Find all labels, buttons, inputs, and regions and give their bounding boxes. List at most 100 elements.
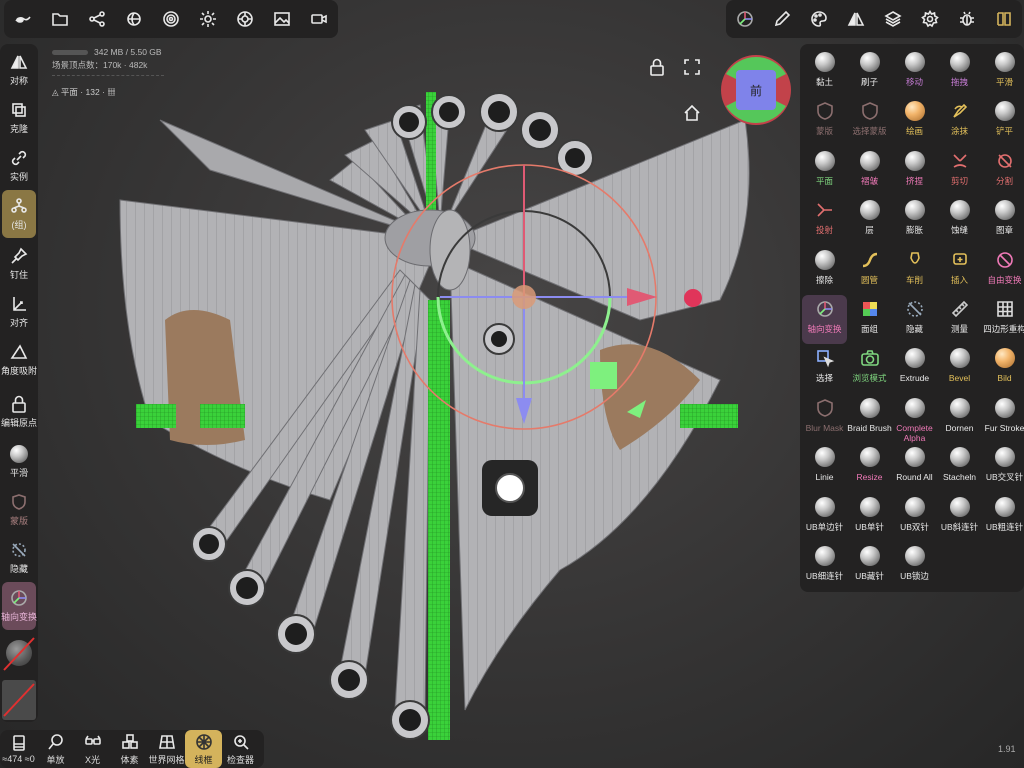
pen-button[interactable] — [763, 0, 800, 38]
brush-34-button[interactable]: Bild — [982, 344, 1024, 393]
angle-snap-tool[interactable]: 角度吸附 — [0, 336, 38, 384]
instance-tool[interactable]: 实例 — [0, 142, 38, 190]
brush-47-button[interactable]: UB双针 — [892, 493, 937, 542]
brush-37-button[interactable]: Complete Alpha — [892, 394, 937, 443]
brush-16-button[interactable]: 层 — [847, 196, 892, 245]
home-icon[interactable] — [683, 104, 701, 122]
video-button[interactable] — [300, 0, 337, 38]
brush-48-button[interactable]: UB斜连针 — [937, 493, 982, 542]
brush-stroke-button[interactable] — [4, 0, 41, 38]
voxel-button[interactable]: 体素 — [111, 730, 148, 768]
camera-settings-button[interactable] — [226, 0, 263, 38]
brush-46-button[interactable]: UB单针 — [847, 493, 892, 542]
voxel-icon — [121, 733, 138, 749]
symmetry-button[interactable] — [837, 0, 874, 38]
align-tool[interactable]: 对齐 — [0, 288, 38, 336]
brush-19-button[interactable]: 图章 — [982, 196, 1024, 245]
stack-button[interactable]: ≈474 ≈0 — [0, 730, 37, 768]
gizmo-tool[interactable]: 轴向变换 — [1, 582, 37, 630]
brush-10-button[interactable]: 平面 — [802, 147, 847, 196]
debug-button[interactable] — [948, 0, 985, 38]
brush-43-button[interactable]: Stacheln — [937, 443, 982, 492]
hide-tool[interactable]: 隐藏 — [0, 534, 38, 582]
menu-button[interactable] — [985, 0, 1022, 38]
brush-14-button[interactable]: 分割 — [982, 147, 1024, 196]
brush-42-button[interactable]: Round All — [892, 443, 937, 492]
edit-origin-tool[interactable]: 编辑原点 — [0, 388, 38, 436]
lock-view-icon[interactable] — [648, 58, 666, 76]
brush-8-button[interactable]: 涂抹 — [937, 97, 982, 146]
zoom-button[interactable]: 单放 — [37, 730, 74, 768]
brush-2-button[interactable]: 移动 — [892, 48, 937, 97]
clone-tool[interactable]: 克隆 — [0, 94, 38, 142]
brush-38-button[interactable]: Dornen — [937, 394, 982, 443]
brush-22-button[interactable]: 车削 — [892, 246, 937, 295]
mask-tool[interactable]: 蒙版 — [0, 486, 38, 534]
brush-40-button[interactable]: Linie — [802, 443, 847, 492]
brush-24-button[interactable]: 自由变换 — [982, 246, 1024, 295]
brush-7-button[interactable]: 绘画 — [892, 97, 937, 146]
inspector-button[interactable]: 检查器 — [222, 730, 259, 768]
brush-25-button[interactable]: 轴向变换 — [802, 294, 847, 345]
brush-35-button[interactable]: Blur Mask — [802, 394, 847, 443]
brush-31-button[interactable]: 浏览模式 — [847, 344, 892, 393]
layers-button[interactable] — [874, 0, 911, 38]
smooth-tool[interactable]: 平滑 — [0, 438, 38, 486]
brush-23-button[interactable]: 插入 — [937, 246, 982, 295]
brush-intensity-slider[interactable] — [2, 680, 36, 720]
axis-gizmo-button[interactable] — [726, 0, 763, 38]
settings-button[interactable] — [911, 0, 948, 38]
palette-button[interactable] — [800, 0, 837, 38]
wireframe-button[interactable]: 线框 — [185, 730, 222, 768]
folder-button[interactable] — [41, 0, 78, 38]
brush-29-button[interactable]: 四边形重构 — [982, 295, 1024, 344]
brush-13-button[interactable]: 剪切 — [937, 147, 982, 196]
group-tool[interactable]: (组) — [2, 190, 36, 238]
light-button[interactable] — [189, 0, 226, 38]
brush-26-button[interactable]: 面组 — [847, 295, 892, 344]
brush-17-button[interactable]: 膨胀 — [892, 196, 937, 245]
brush-44-button[interactable]: UB交叉针 — [982, 443, 1024, 492]
brush-25-label: 轴向变换 — [807, 323, 842, 334]
brush-4-button[interactable]: 平滑 — [982, 48, 1024, 97]
brush-18-button[interactable]: 蚀缝 — [937, 196, 982, 245]
brush-radius-slider[interactable] — [2, 634, 36, 674]
brush-43-label: Stacheln — [942, 472, 977, 483]
fullscreen-icon[interactable] — [683, 58, 701, 76]
primitive-button[interactable] — [115, 0, 152, 38]
brush-36-button[interactable]: Braid Brush — [847, 394, 892, 443]
floating-action-button[interactable] — [482, 460, 538, 516]
brush-3-button[interactable]: 拖拽 — [937, 48, 982, 97]
view-cube[interactable]: 前 — [720, 54, 792, 126]
brush-9-button[interactable]: 铲平 — [982, 97, 1024, 146]
brush-0-button[interactable]: 黏土 — [802, 48, 847, 97]
brush-33-button[interactable]: Bevel — [937, 344, 982, 393]
xray-button[interactable]: X光 — [74, 730, 111, 768]
brush-11-button[interactable]: 褶皱 — [847, 147, 892, 196]
brush-27-button[interactable]: 隐藏 — [892, 295, 937, 344]
brush-20-button[interactable]: 擦除 — [802, 246, 847, 295]
brush-28-button[interactable]: 测量 — [937, 295, 982, 344]
brush-32-button[interactable]: Extrude — [892, 344, 937, 393]
share-button[interactable] — [78, 0, 115, 38]
image-button[interactable] — [263, 0, 300, 38]
material-button[interactable] — [152, 0, 189, 38]
brush-1-button[interactable]: 刷子 — [847, 48, 892, 97]
brush-12-button[interactable]: 挤捏 — [892, 147, 937, 196]
brush-52-button[interactable]: UB锁边 — [892, 542, 937, 591]
brush-49-button[interactable]: UB粗连针 — [982, 493, 1024, 542]
symmetry-tool[interactable]: 对称 — [0, 46, 38, 94]
brush-5-button[interactable]: 蒙版 — [802, 97, 847, 146]
brush-39-button[interactable]: Fur Stroke — [982, 394, 1024, 443]
brush-15-button[interactable]: 投射 — [802, 196, 847, 245]
brush-21-button[interactable]: 圆管 — [847, 246, 892, 295]
brush-6-button[interactable]: 选择蒙版 — [847, 97, 892, 146]
brush-50-button[interactable]: UB细连针 — [802, 542, 847, 591]
world-grid-button[interactable]: 世界网格 — [148, 730, 185, 768]
brush-30-button[interactable]: 选择 — [802, 344, 847, 393]
plane-row[interactable]: ◬ 平面 · 132 · ▦ — [52, 86, 116, 98]
brush-41-button[interactable]: Resize — [847, 443, 892, 492]
brush-45-button[interactable]: UB单边针 — [802, 493, 847, 542]
brush-51-button[interactable]: UB藏针 — [847, 542, 892, 591]
pin-tool[interactable]: 钉住 — [0, 240, 38, 288]
